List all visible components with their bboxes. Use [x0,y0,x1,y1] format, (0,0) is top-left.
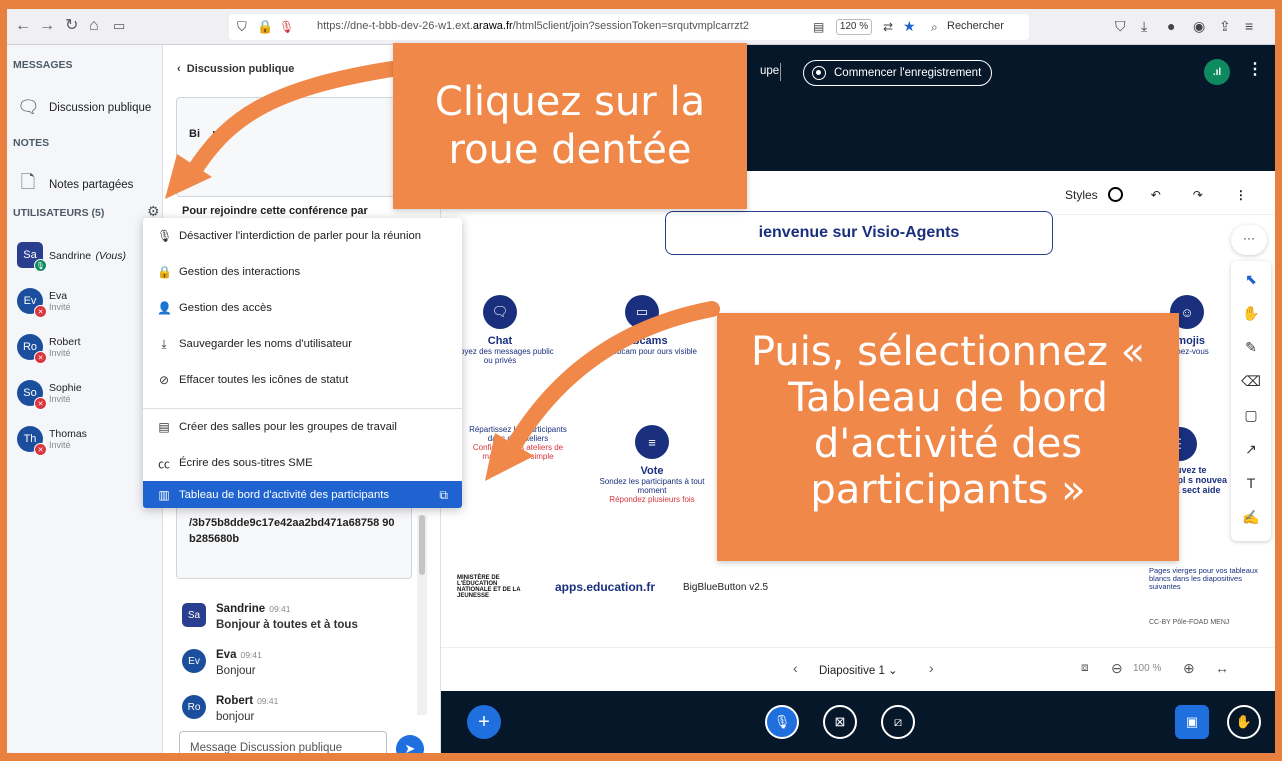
arrow-to-dashboard [504,301,720,457]
browser-window: ← → ↻ ⌂ ▭ ⛉ 🔒 🎙 https://dne-t-bbb-dev-26… [7,9,1275,753]
callout-step-1: Cliquez sur la roue dentée [393,43,747,209]
arrow-to-gear [184,61,400,182]
callout-step-2: Puis, sélectionnez « Tableau de bord d'a… [717,313,1179,561]
